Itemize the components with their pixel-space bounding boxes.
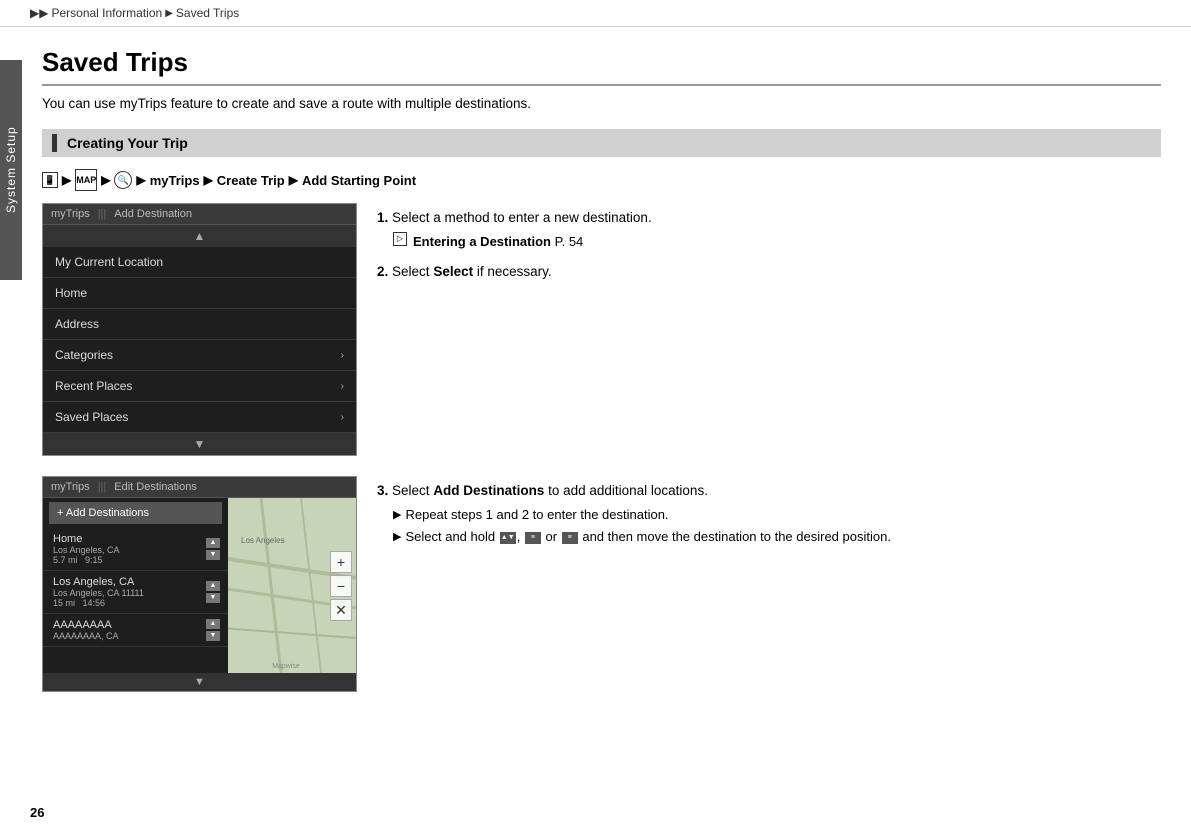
step-group-2: myTrips ||| Edit Destinations + Add Dest… (42, 476, 1161, 692)
sub-arrow-1: ▶ (393, 507, 401, 524)
menu-list: My Current Location Home Address Categor… (43, 247, 356, 433)
menu-item-current-location[interactable]: My Current Location (43, 247, 356, 278)
arrow-right-icon: › (341, 350, 344, 361)
page-number: 26 (30, 805, 44, 820)
sub-arrow-2: ▶ (393, 529, 401, 546)
zoom-controls: + − ✕ (330, 551, 352, 621)
main-content: Saved Trips You can use myTrips feature … (0, 27, 1191, 732)
screen2-header-mytrips: myTrips (51, 481, 90, 493)
step-group-1: myTrips ||| Add Destination ▲ My Current… (42, 203, 1161, 456)
reorder-icon-up: ▲ (206, 581, 220, 591)
map-close-btn[interactable]: ✕ (330, 599, 352, 621)
reorder-icon-down: ▼ (206, 550, 220, 560)
screen-header-add-dest: Add Destination (114, 208, 192, 220)
scroll-bottom: ▼ (43, 673, 356, 691)
menu-item-categories[interactable]: Categories › (43, 340, 356, 371)
phone-icon: 📱 (42, 172, 58, 188)
step-3-num: 3. (377, 483, 388, 498)
svg-text:Mapwise: Mapwise (272, 663, 300, 670)
breadcrumb: ▶▶ Personal Information ▶ Saved Trips (0, 0, 1191, 27)
dest-item-la[interactable]: Los Angeles, CA Los Angeles, CA 11111 15… (43, 571, 228, 614)
section-heading-label: Creating Your Trip (67, 135, 188, 151)
step-3-sub-1: ▶ Repeat steps 1 and 2 to enter the dest… (393, 505, 1161, 525)
screen-mockup-2: myTrips ||| Edit Destinations + Add Dest… (42, 476, 357, 692)
screen2-header-sep: ||| (98, 481, 107, 493)
intro-text: You can use myTrips feature to create an… (42, 96, 1161, 111)
icon-reorder-2: ≡ (525, 532, 541, 544)
step-2-bold: Select (433, 264, 473, 279)
reorder-icon-up: ▲ (206, 619, 220, 629)
section-heading-bar (52, 134, 57, 152)
nav-add-starting-point: Add Starting Point (302, 173, 416, 188)
arrow-right-icon: › (341, 412, 344, 423)
ref-icon: ▷ (393, 232, 407, 246)
breadcrumb-arrow2: ▶ (165, 8, 173, 19)
reorder-icon-down: ▼ (206, 631, 220, 641)
icon-reorder-3: ≡ (562, 532, 578, 544)
breadcrumb-item-1: Personal Information (51, 6, 162, 20)
step-3-sub-2: ▶ Select and hold ▲▼, ≡ or ≡ and then mo… (393, 527, 1161, 547)
sidebar-tab: System Setup (0, 60, 22, 280)
add-destinations-btn[interactable]: + Add Destinations (49, 502, 222, 524)
step-2-text-before: Select (392, 264, 433, 279)
step-3-bold: Add Destinations (433, 483, 544, 498)
screen-header-sep: ||| (98, 208, 107, 220)
menu-item-recent-places[interactable]: Recent Places › (43, 371, 356, 402)
map-icon: MAP (75, 169, 97, 191)
reorder-icon-up: ▲ (206, 538, 220, 548)
reorder-icon-down: ▼ (206, 593, 220, 603)
section-heading: Creating Your Trip (42, 129, 1161, 157)
breadcrumb-item-2: Saved Trips (176, 6, 239, 20)
nav-create-trip: Create Trip (217, 173, 285, 188)
step-1: 1. Select a method to enter a new destin… (377, 207, 1161, 251)
nav-path: 📱 ▶ MAP ▶ 🔍 ▶ myTrips ▶ Create Trip ▶ Ad… (42, 169, 1161, 191)
screen-header-2: myTrips ||| Edit Destinations (43, 477, 356, 498)
search-icon: 🔍 (114, 171, 132, 189)
icon-reorder-1: ▲▼ (500, 532, 516, 544)
step-1-ref: ▷ Entering a Destination P. 54 (393, 232, 1161, 252)
menu-item-home[interactable]: Home (43, 278, 356, 309)
map-view: Los Angeles Mapwise + − ✕ (221, 498, 356, 673)
step-1-num: 1. (377, 210, 388, 225)
screen-header-1: myTrips ||| Add Destination (43, 204, 356, 225)
arrow-right-icon: › (341, 381, 344, 392)
step-1-text: Select a method to enter a new destinati… (392, 210, 652, 225)
step-2: 2. Select Select if necessary. (377, 261, 1161, 283)
breadcrumb-arrow1: ▶▶ (30, 6, 48, 20)
dest-item-home[interactable]: Home Los Angeles, CA 5.7 mi 9:15 ▲ ▼ (43, 528, 228, 571)
step-2-num: 2. (377, 264, 388, 279)
ref-page: P. 54 (555, 234, 584, 249)
screen-map-area: + Add Destinations Home Los Angeles, CA … (43, 498, 356, 673)
scroll-arrow-top: ▲ (43, 225, 356, 247)
steps-text-2: 3. Select Add Destinations to add additi… (377, 476, 1161, 557)
page-title: Saved Trips (42, 47, 1161, 86)
add-dest-label: + Add Destinations (57, 507, 149, 519)
screen-header-mytrips: myTrips (51, 208, 90, 220)
menu-item-address[interactable]: Address (43, 309, 356, 340)
zoom-out-btn[interactable]: − (330, 575, 352, 597)
svg-text:Los Angeles: Los Angeles (241, 536, 285, 545)
dest-item-aaa[interactable]: AAAAAAAA AAAAAAAA, CA ▲ ▼ (43, 614, 228, 647)
steps-text-1: 1. Select a method to enter a new destin… (377, 203, 1161, 293)
dest-list-panel: + Add Destinations Home Los Angeles, CA … (43, 498, 228, 673)
screen2-header-edit: Edit Destinations (114, 481, 197, 493)
step-2-text-after: if necessary. (473, 264, 552, 279)
ref-link[interactable]: Entering a Destination (413, 234, 551, 249)
screen-mockup-1: myTrips ||| Add Destination ▲ My Current… (42, 203, 357, 456)
step-3: 3. Select Add Destinations to add additi… (377, 480, 1161, 547)
scroll-arrow-bottom: ▼ (43, 433, 356, 455)
nav-mytrips: myTrips (150, 173, 200, 188)
zoom-in-btn[interactable]: + (330, 551, 352, 573)
menu-item-saved-places[interactable]: Saved Places › (43, 402, 356, 433)
